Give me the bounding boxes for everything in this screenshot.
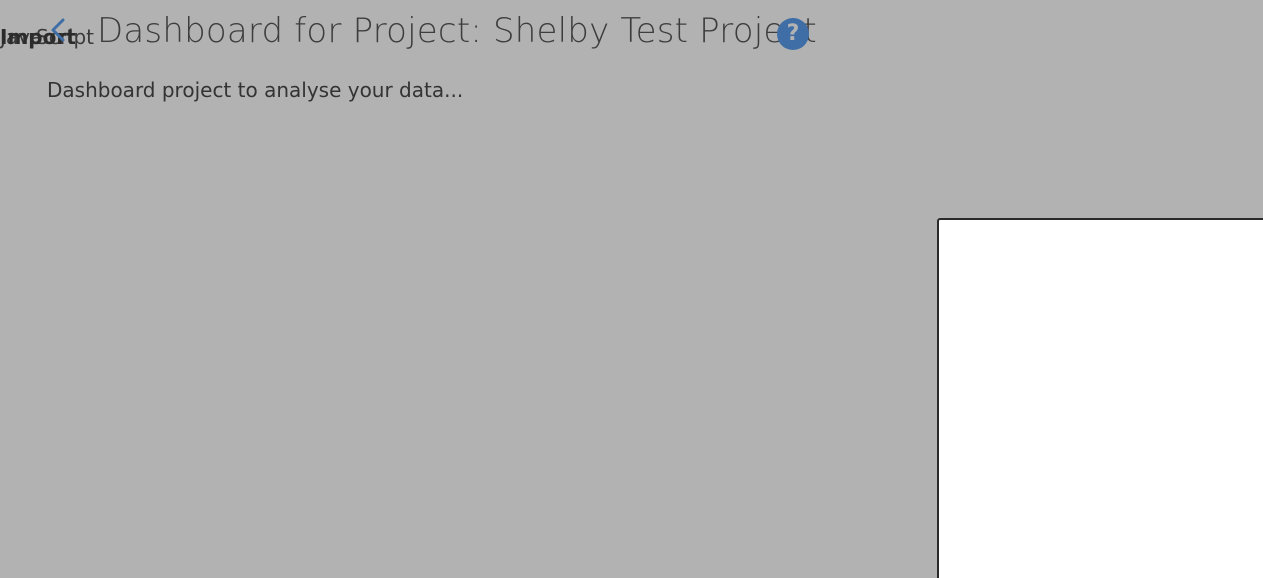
dashboard-description: Dashboard project to analyse your data..… <box>47 78 464 102</box>
chevron-left-icon[interactable] <box>44 15 74 45</box>
dashboard-page: Java Script Import Dashboard for Project… <box>0 0 1263 578</box>
help-icon[interactable]: ? <box>777 18 809 50</box>
page-title: Dashboard for Project: Shelby Test Proje… <box>97 11 817 51</box>
dashboard-panel[interactable] <box>937 218 1263 578</box>
